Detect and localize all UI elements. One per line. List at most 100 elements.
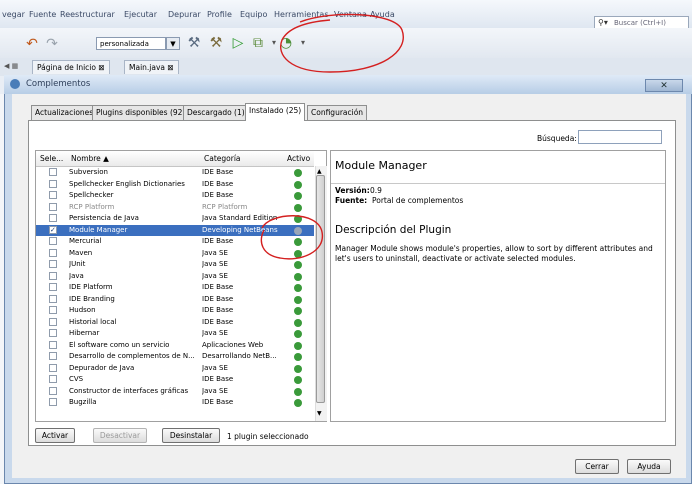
table-row[interactable]: Constructor de interfaces gráficas Java S…: [36, 386, 314, 397]
select-checkbox[interactable]: [49, 202, 57, 211]
select-checkbox[interactable]: [49, 306, 57, 314]
tab-scroll-icon[interactable]: ◀ ▦: [4, 62, 18, 70]
select-checkbox[interactable]: [49, 398, 57, 406]
plugin-name: Spellchecker: [69, 191, 114, 199]
tab-instalado[interactable]: Instalado (25): [245, 103, 306, 121]
table-row[interactable]: Desarrollo de complementos de N... Desarr…: [36, 351, 314, 362]
select-checkbox[interactable]: [49, 386, 57, 395]
select-checkbox[interactable]: [49, 329, 57, 337]
table-row[interactable]: Java Java SE: [36, 271, 314, 282]
plugin-category: Developing NetBeans: [202, 225, 278, 234]
select-checkbox[interactable]: [49, 283, 57, 291]
plugin-name: Module Manager: [69, 225, 128, 234]
plugin-search-input[interactable]: [578, 130, 662, 144]
active-check-icon: [294, 249, 302, 258]
description-title: Descripción del Plugin: [335, 224, 452, 236]
debug-icon[interactable]: ⧉: [250, 35, 266, 51]
tab-configuracion[interactable]: Configuración: [307, 105, 368, 120]
table-row[interactable]: Mercurial IDE Base: [36, 236, 314, 247]
active-check-icon: [294, 238, 302, 246]
select-checkbox[interactable]: [49, 248, 57, 257]
scroll-down-icon[interactable]: ▼: [317, 410, 322, 417]
config-combo[interactable]: personalizada: [96, 37, 166, 50]
select-checkbox[interactable]: [49, 363, 57, 372]
active-check-icon: [294, 284, 302, 292]
table-row[interactable]: IDE Branding IDE Base: [36, 294, 314, 305]
scroll-up-icon[interactable]: ▲: [317, 168, 322, 175]
active-check-icon: [294, 192, 302, 200]
menu-item-fuente[interactable]: Fuente: [29, 10, 56, 19]
table-row[interactable]: Hudson IDE Base: [36, 305, 314, 316]
chevron-down-icon[interactable]: ▼: [166, 37, 180, 50]
profile-dropdown-icon[interactable]: ▾: [295, 35, 311, 51]
table-row[interactable]: Bugzilla IDE Base: [36, 397, 314, 408]
select-checkbox[interactable]: [49, 375, 57, 383]
select-checkbox[interactable]: [49, 340, 57, 349]
clean-build-icon[interactable]: ⚒: [208, 35, 224, 51]
undo-icon[interactable]: ↶: [24, 36, 40, 52]
plugin-name: Mercurial: [69, 237, 102, 245]
tab-plugins-disponibles[interactable]: Plugins disponibles (92): [92, 105, 190, 120]
active-check-icon: [294, 180, 302, 189]
table-row[interactable]: Spellchecker English Dictionaries IDE Bas…: [36, 179, 314, 190]
active-check-icon: [294, 307, 302, 315]
tab-descargado[interactable]: Descargado (1): [183, 105, 249, 120]
select-checkbox[interactable]: ✓: [49, 225, 57, 234]
profile-icon[interactable]: ◔: [278, 35, 294, 51]
table-row[interactable]: Subversion IDE Base: [36, 167, 314, 178]
table-row[interactable]: Persistencia de Java Java Standard Editio…: [36, 213, 314, 224]
tab-main-java[interactable]: Main.java ⊠: [124, 60, 179, 74]
description-text: Manager Module shows module's properties…: [335, 244, 653, 263]
table-row[interactable]: JUnit Java SE: [36, 259, 314, 270]
col-header-category[interactable]: Categoría: [204, 154, 241, 163]
activar-button[interactable]: Activar: [35, 428, 75, 443]
table-header: Sele... Nombre ▲ Categoría Activo: [36, 151, 314, 167]
menu-item-ayuda[interactable]: Ayuda: [370, 10, 395, 19]
menu-item-equipo[interactable]: Equipo: [240, 10, 267, 19]
build-hammer-icon[interactable]: ⚒: [186, 35, 202, 51]
tab-actualizaciones[interactable]: Actualizaciones: [31, 105, 98, 120]
menu-item-herramientas[interactable]: Herramientas: [274, 10, 329, 19]
scrollbar-thumb[interactable]: [316, 175, 325, 403]
run-icon[interactable]: ▷: [230, 35, 246, 51]
table-row[interactable]: CVS IDE Base: [36, 374, 314, 385]
menu-item-ejecutar[interactable]: Ejecutar: [124, 10, 157, 19]
select-checkbox[interactable]: [49, 352, 57, 360]
plugin-name: Spellchecker English Dictionaries: [69, 179, 185, 188]
menu-item-reestructurar[interactable]: Reestructurar: [60, 10, 115, 19]
cerrar-button[interactable]: Cerrar: [575, 459, 619, 474]
col-header-select[interactable]: Sele...: [40, 154, 63, 163]
tab-pagina-de-inicio[interactable]: Página de Inicio ⊠: [32, 60, 110, 74]
table-row[interactable]: RCP Platform RCP Platform: [36, 202, 314, 213]
table-row[interactable]: Spellchecker IDE Base: [36, 190, 314, 201]
select-checkbox[interactable]: [49, 214, 57, 222]
menu-item-depurar[interactable]: Depurar: [168, 10, 201, 19]
desinstalar-button[interactable]: Desinstalar: [162, 428, 220, 443]
plugin-category: IDE Base: [202, 179, 234, 188]
menu-item-navegar[interactable]: vegar: [2, 10, 25, 19]
select-checkbox[interactable]: [49, 191, 57, 199]
select-checkbox[interactable]: [49, 179, 57, 188]
close-button[interactable]: ✕: [645, 79, 683, 92]
table-row[interactable]: IDE Platform IDE Base: [36, 282, 314, 293]
menu-item-ventana[interactable]: Ventana: [334, 10, 367, 19]
select-checkbox[interactable]: [49, 260, 57, 268]
active-check-icon: [294, 318, 302, 327]
table-row[interactable]: El software como un servicio Aplicaciones…: [36, 340, 314, 351]
redo-icon[interactable]: ↷: [44, 36, 60, 52]
select-checkbox[interactable]: [49, 317, 57, 326]
table-row[interactable]: Hibernar Java SE: [36, 328, 314, 339]
table-row[interactable]: ✓ Module Manager Developing NetBeans: [36, 224, 314, 236]
select-checkbox[interactable]: [49, 271, 57, 280]
table-row[interactable]: Maven Java SE: [36, 248, 314, 259]
select-checkbox[interactable]: [49, 294, 57, 303]
table-row[interactable]: Historial local IDE Base: [36, 317, 314, 328]
table-row[interactable]: Depurador de Java Java SE: [36, 363, 314, 374]
menu-item-profile[interactable]: Profile: [207, 10, 232, 19]
col-header-name[interactable]: Nombre ▲: [71, 154, 109, 163]
desactivar-button[interactable]: Desactivar: [93, 428, 147, 443]
col-header-active[interactable]: Activo: [287, 154, 310, 163]
select-checkbox[interactable]: [49, 168, 57, 176]
ayuda-button[interactable]: Ayuda: [627, 459, 671, 474]
select-checkbox[interactable]: [49, 237, 57, 245]
